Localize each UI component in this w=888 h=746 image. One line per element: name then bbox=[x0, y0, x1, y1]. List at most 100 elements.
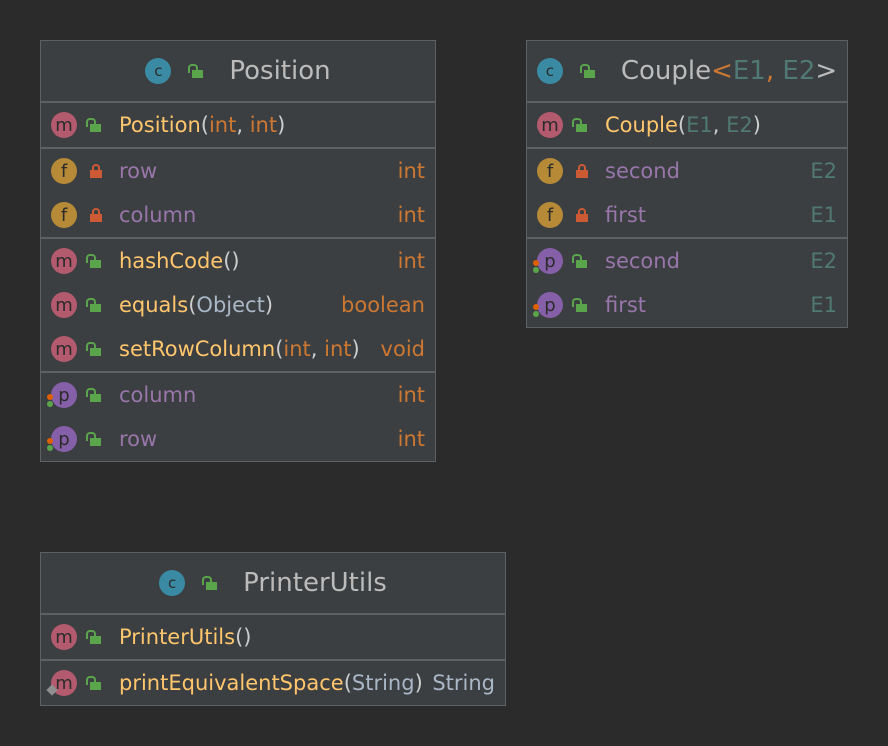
field-row[interactable]: f second E2 bbox=[527, 149, 847, 193]
method-params: (int, int) bbox=[275, 337, 360, 361]
property-row[interactable]: p column int bbox=[41, 373, 435, 417]
class-card-couple[interactable]: c Couple<E1, E2> m Couple (E1, E2) f sec… bbox=[526, 40, 848, 328]
class-icon: c bbox=[159, 570, 186, 596]
method-name: printEquivalentSpace bbox=[119, 671, 344, 695]
field-row[interactable]: f first E1 bbox=[527, 193, 847, 237]
public-lock-open-icon bbox=[579, 64, 601, 78]
property-icon: p bbox=[533, 248, 563, 274]
field-name: row bbox=[119, 159, 158, 183]
method-icon: m bbox=[537, 112, 563, 138]
public-lock-open-icon bbox=[85, 676, 107, 690]
public-lock-open-icon bbox=[201, 576, 223, 590]
method-row[interactable]: m hashCode () int bbox=[41, 239, 435, 283]
getter-setter-dots-icon bbox=[533, 304, 541, 318]
methods-section: m printEquivalentSpace (String) String bbox=[41, 661, 505, 705]
constructors-section: m PrinterUtils () bbox=[41, 615, 505, 661]
class-title: Couple<E1, E2> bbox=[620, 56, 838, 86]
field-row[interactable]: f column int bbox=[41, 193, 435, 237]
class-card-position[interactable]: c Position m Position (int, int) f row i… bbox=[40, 40, 436, 462]
property-icon: p bbox=[47, 426, 77, 452]
class-card-printerutils[interactable]: c PrinterUtils m PrinterUtils () m print… bbox=[40, 552, 506, 706]
param-type: Object bbox=[196, 293, 265, 317]
public-lock-open-icon bbox=[571, 118, 593, 132]
property-row[interactable]: p row int bbox=[41, 417, 435, 461]
public-lock-open-icon bbox=[187, 64, 209, 78]
method-return-type: boolean bbox=[341, 293, 425, 317]
property-icon: p bbox=[533, 292, 563, 318]
property-letter: p bbox=[544, 250, 556, 272]
constructor-row[interactable]: m Couple (E1, E2) bbox=[527, 103, 847, 147]
constructor-params: () bbox=[235, 625, 252, 649]
private-lock-closed-icon bbox=[571, 208, 593, 222]
getter-setter-dots-icon bbox=[47, 438, 55, 452]
type-param: E2 bbox=[782, 56, 816, 86]
method-letter: m bbox=[55, 672, 73, 694]
method-icon: m bbox=[51, 112, 77, 138]
public-lock-open-icon bbox=[85, 118, 107, 132]
property-type: int bbox=[397, 427, 425, 451]
property-icon: p bbox=[47, 382, 77, 408]
method-return-type: String bbox=[432, 671, 495, 695]
methods-section: m hashCode () int m equals (Object) bool… bbox=[41, 239, 435, 373]
getter-setter-dots-icon bbox=[47, 394, 55, 408]
constructor-params: (E1, E2) bbox=[677, 113, 761, 137]
param-type: E2 bbox=[726, 113, 753, 137]
constructor-row[interactable]: m PrinterUtils () bbox=[41, 615, 505, 659]
constructors-section: m Couple (E1, E2) bbox=[527, 103, 847, 149]
property-name: column bbox=[119, 383, 197, 407]
field-icon: f bbox=[51, 202, 77, 228]
method-return-type: int bbox=[397, 249, 425, 273]
constructor-row[interactable]: m Position (int, int) bbox=[41, 103, 435, 147]
method-params: () bbox=[223, 249, 240, 273]
field-name: first bbox=[605, 203, 647, 227]
public-lock-open-icon bbox=[85, 254, 107, 268]
constructors-section: m Position (int, int) bbox=[41, 103, 435, 149]
param-type: int bbox=[249, 113, 278, 137]
param-type: String bbox=[351, 671, 415, 695]
param-type: int bbox=[283, 337, 311, 361]
property-letter: p bbox=[544, 294, 556, 316]
method-params: (String) bbox=[343, 671, 423, 695]
constructor-name: PrinterUtils bbox=[119, 625, 236, 649]
property-row[interactable]: p first E1 bbox=[527, 283, 847, 327]
class-title: PrinterUtils bbox=[243, 568, 387, 598]
method-icon: m bbox=[51, 336, 77, 362]
property-letter: p bbox=[58, 428, 70, 450]
public-lock-open-icon bbox=[571, 298, 593, 312]
property-type: E2 bbox=[810, 249, 837, 273]
method-row[interactable]: m equals (Object) boolean bbox=[41, 283, 435, 327]
method-row[interactable]: m printEquivalentSpace (String) String bbox=[41, 661, 505, 705]
property-row[interactable]: p second E2 bbox=[527, 239, 847, 283]
private-lock-closed-icon bbox=[85, 208, 107, 222]
method-name: hashCode bbox=[119, 249, 224, 273]
field-name: column bbox=[119, 203, 197, 227]
method-icon: m bbox=[51, 624, 77, 650]
method-icon: m bbox=[51, 292, 77, 318]
field-icon: f bbox=[537, 202, 563, 228]
field-icon: f bbox=[537, 158, 563, 184]
class-header: c PrinterUtils bbox=[41, 553, 505, 615]
public-lock-open-icon bbox=[85, 298, 107, 312]
field-type: int bbox=[397, 203, 425, 227]
field-icon: f bbox=[51, 158, 77, 184]
field-type: E2 bbox=[810, 159, 837, 183]
type-param: E1 bbox=[732, 56, 766, 86]
properties-section: p column int p row int bbox=[41, 373, 435, 461]
class-header: c Couple<E1, E2> bbox=[527, 41, 847, 103]
getter-setter-dots-icon bbox=[533, 260, 541, 274]
private-lock-closed-icon bbox=[571, 164, 593, 178]
fields-section: f row int f column int bbox=[41, 149, 435, 239]
method-return-type: void bbox=[380, 337, 425, 361]
public-lock-open-icon bbox=[85, 432, 107, 446]
param-type: E1 bbox=[686, 113, 713, 137]
method-row[interactable]: m setRowColumn (int, int) void bbox=[41, 327, 435, 371]
field-type: E1 bbox=[810, 203, 837, 227]
property-name: second bbox=[605, 249, 680, 273]
method-icon: m bbox=[46, 670, 77, 696]
public-lock-open-icon bbox=[85, 342, 107, 356]
class-icon: c bbox=[536, 58, 563, 84]
field-row[interactable]: f row int bbox=[41, 149, 435, 193]
class-header: c Position bbox=[41, 41, 435, 103]
fields-section: f second E2 f first E1 bbox=[527, 149, 847, 239]
property-letter: p bbox=[58, 384, 70, 406]
